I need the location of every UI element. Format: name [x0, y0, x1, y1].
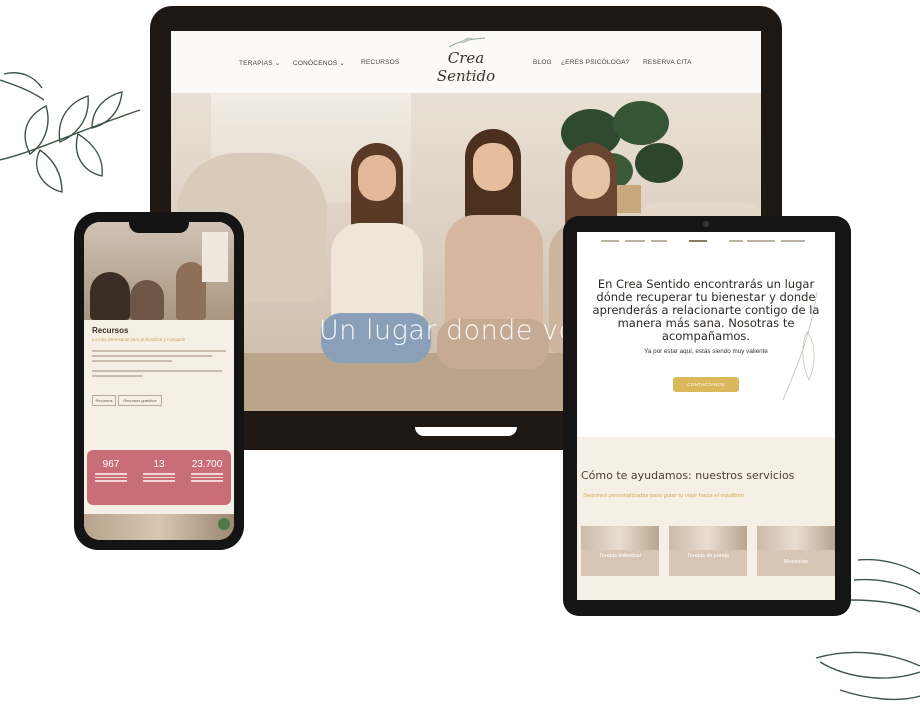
service-card-label: Mentorías	[784, 559, 808, 565]
free-resources-button[interactable]: Recursos gratuitos	[118, 395, 162, 406]
phone-hero-photo	[84, 222, 234, 320]
tablet-mockup: En Crea Sentido encontrarás un lugar dón…	[563, 216, 851, 616]
person-left	[321, 143, 431, 383]
stats-panel: 967 13 23.700	[87, 450, 231, 505]
leaf-branch-decoration-left	[0, 72, 141, 193]
nav-item-eres-psicologa[interactable]: ¿ERES PSICÓLOGA?	[561, 59, 630, 66]
service-card-label: Terapia individual	[599, 553, 641, 559]
service-card-individual[interactable]: Terapia individual	[581, 526, 659, 576]
stat-value: 23.700	[191, 459, 223, 470]
phone-screen: Recursos Lo más interesante para profund…	[84, 222, 234, 540]
nav-item-blog[interactable]: BLOG	[533, 59, 552, 66]
contact-button[interactable]: CONTÁCTANOS	[673, 377, 739, 392]
services-title: Cómo te ayudamos: nuestros servicios	[581, 469, 795, 482]
service-card-mentorias[interactable]: Mentorías	[757, 526, 835, 576]
laptop-base-notch	[415, 427, 517, 436]
tablet-navbar	[577, 232, 835, 252]
site-navbar: TERAPIAS ⌄ CONÓCENOS ⌄ RECURSOS Crea Sen…	[171, 31, 761, 93]
tablet-headline: En Crea Sentido encontrarás un lugar dón…	[592, 277, 820, 343]
phone-notch	[129, 222, 189, 233]
stat-value: 967	[102, 459, 120, 470]
resources-subtitle: Lo más interesante para profundizar y co…	[92, 337, 186, 342]
stat-item: 13	[139, 459, 179, 487]
site-logo-subtitle: PSICOLOGÍA	[450, 72, 484, 77]
stat-item: 23.700	[187, 459, 227, 487]
resources-title: Recursos	[92, 326, 129, 335]
nav-item-reserva-cita[interactable]: RESERVA CITA	[643, 59, 692, 66]
resources-button[interactable]: Recursos	[92, 395, 116, 406]
phone-mockup: Recursos Lo más interesante para profund…	[74, 212, 244, 550]
stat-value: 13	[153, 459, 165, 470]
tablet-camera	[703, 221, 709, 227]
service-card-label: Terapia de pareja	[687, 553, 729, 559]
nav-item-recursos[interactable]: RECURSOS	[361, 59, 399, 66]
phone-bottom-photo	[84, 514, 234, 540]
service-card-pareja[interactable]: Terapia de pareja	[669, 526, 747, 576]
services-subtitle: Sesiones personalizadas para guiar tu vi…	[583, 493, 745, 499]
tablet-screen: En Crea Sentido encontrarás un lugar dón…	[577, 232, 835, 600]
site-logo[interactable]: Crea Sentido	[421, 49, 511, 85]
tablet-subline: Ya por estar aquí, estás siendo muy vali…	[644, 348, 768, 355]
nav-item-terapias[interactable]: TERAPIAS ⌄	[239, 59, 280, 67]
nav-item-conocenos[interactable]: CONÓCENOS ⌄	[293, 59, 345, 67]
stat-item: 967	[91, 459, 131, 487]
